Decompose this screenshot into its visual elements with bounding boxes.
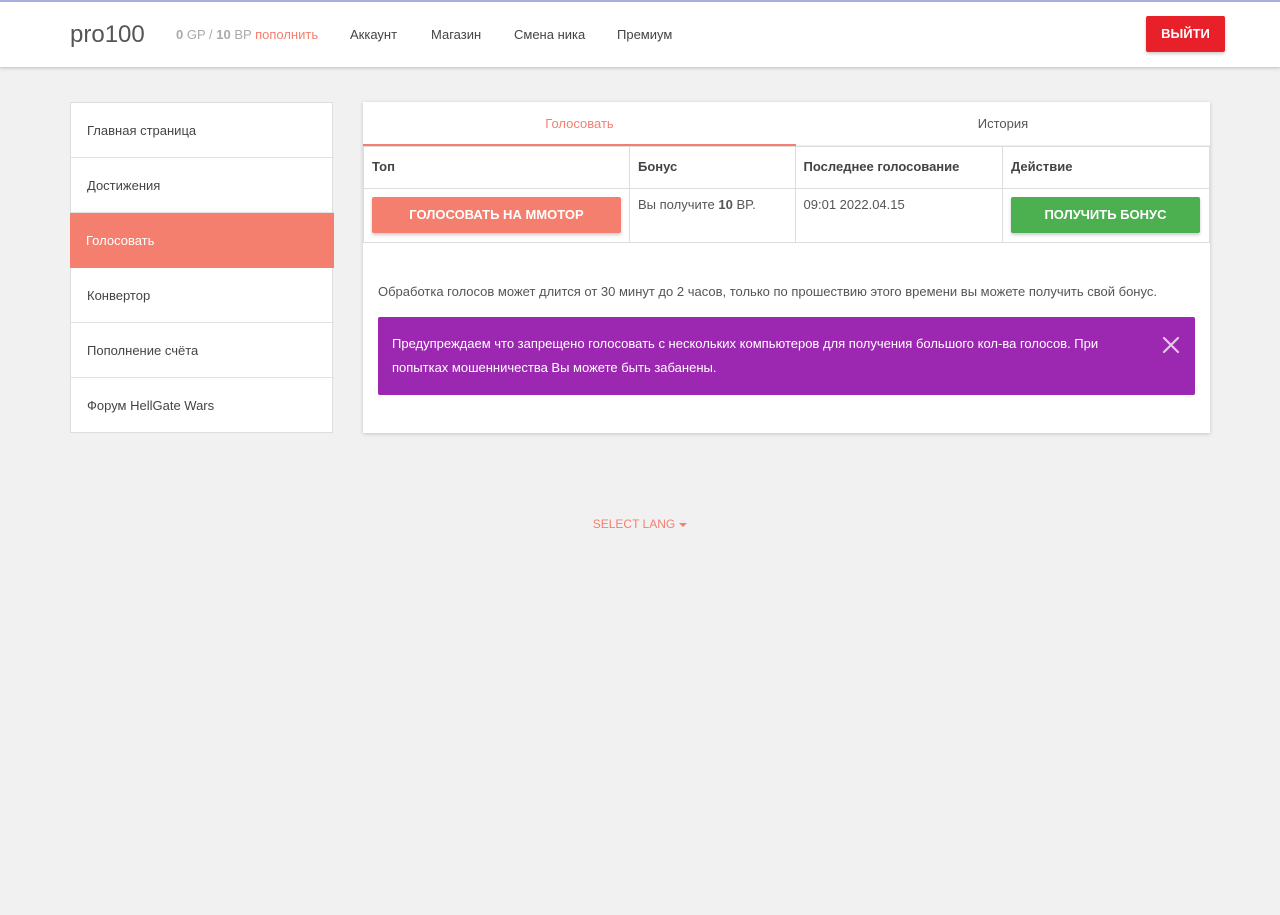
navbar: pro100 0 GP / 10 BP пополнить Аккаунт Ма… — [0, 2, 1280, 68]
gp-unit: GP / — [186, 27, 213, 42]
vote-table: Топ Бонус Последнее голосование Действие… — [363, 146, 1211, 243]
caret-down-icon — [679, 522, 688, 527]
tab-vote[interactable]: Голосовать — [363, 102, 796, 146]
bonus-prefix: Вы получите — [638, 197, 715, 212]
gp-value: 0 — [176, 27, 184, 42]
sidebar-item-vote[interactable]: Голосовать — [70, 213, 334, 268]
vote-mmotop-button[interactable]: ГОЛОСОВАТЬ НА MMOTOP — [372, 197, 621, 233]
select-lang-dropdown[interactable]: SELECT LANG — [0, 517, 1280, 531]
bp-value: 10 — [216, 27, 231, 42]
bp-unit: BP — [234, 27, 252, 42]
sidebar-item-forum[interactable]: Форум HellGate Wars — [71, 378, 334, 433]
table-row: ГОЛОСОВАТЬ НА MMOTOP Вы получите 10 BP. … — [363, 188, 1211, 243]
alert-text: Предупреждаем что запрещено голосовать с… — [392, 336, 1099, 375]
nav-change-nick[interactable]: Смена ника — [514, 27, 585, 42]
logout-button[interactable]: ВЫЙТИ — [1146, 16, 1225, 52]
topup-link[interactable]: пополнить — [255, 27, 318, 42]
bonus-suffix: BP. — [736, 197, 756, 212]
column-header-bonus: Бонус — [629, 146, 796, 189]
tab-history[interactable]: История — [796, 102, 1210, 146]
brand-logo[interactable]: pro100 — [70, 21, 145, 49]
warning-alert: Предупреждаем что запрещено голосовать с… — [378, 317, 1195, 395]
nav-account[interactable]: Аккаунт — [350, 27, 397, 42]
table-header-row: Топ Бонус Последнее голосование Действие — [363, 146, 1211, 189]
cell-top: ГОЛОСОВАТЬ НА MMOTOP — [363, 188, 630, 243]
cell-bonus: Вы получите 10 BP. — [629, 188, 796, 243]
get-bonus-button[interactable]: ПОЛУЧИТЬ БОНУС — [1010, 197, 1200, 233]
cell-action: ПОЛУЧИТЬ БОНУС — [1001, 188, 1211, 243]
sidebar-item-converter[interactable]: Конвертор — [71, 268, 334, 323]
column-header-last-vote: Последнее голосование — [794, 146, 1003, 189]
sidebar-item-achievements[interactable]: Достижения — [71, 158, 334, 213]
sidebar-item-topup[interactable]: Пополнение счёта — [71, 323, 334, 378]
sidebar-item-home[interactable]: Главная страница — [71, 103, 334, 158]
balance: 0 GP / 10 BP пополнить — [176, 27, 318, 42]
nav-shop[interactable]: Магазин — [431, 27, 481, 42]
info-text: Обработка голосов может длится от 30 мин… — [378, 284, 1157, 299]
cell-last-vote: 09:01 2022.04.15 — [794, 188, 1003, 243]
column-header-top: Топ — [363, 146, 630, 189]
select-lang-label: SELECT LANG — [592, 517, 676, 531]
bonus-amount: 10 — [718, 197, 733, 212]
sidebar: Главная страница Достижения Голосовать К… — [70, 102, 334, 433]
close-icon[interactable] — [1161, 335, 1181, 355]
vote-panel: Голосовать История Топ Бонус Последнее г… — [363, 102, 1211, 433]
nav-premium[interactable]: Премиум — [617, 27, 672, 42]
column-header-action: Действие — [1001, 146, 1211, 189]
